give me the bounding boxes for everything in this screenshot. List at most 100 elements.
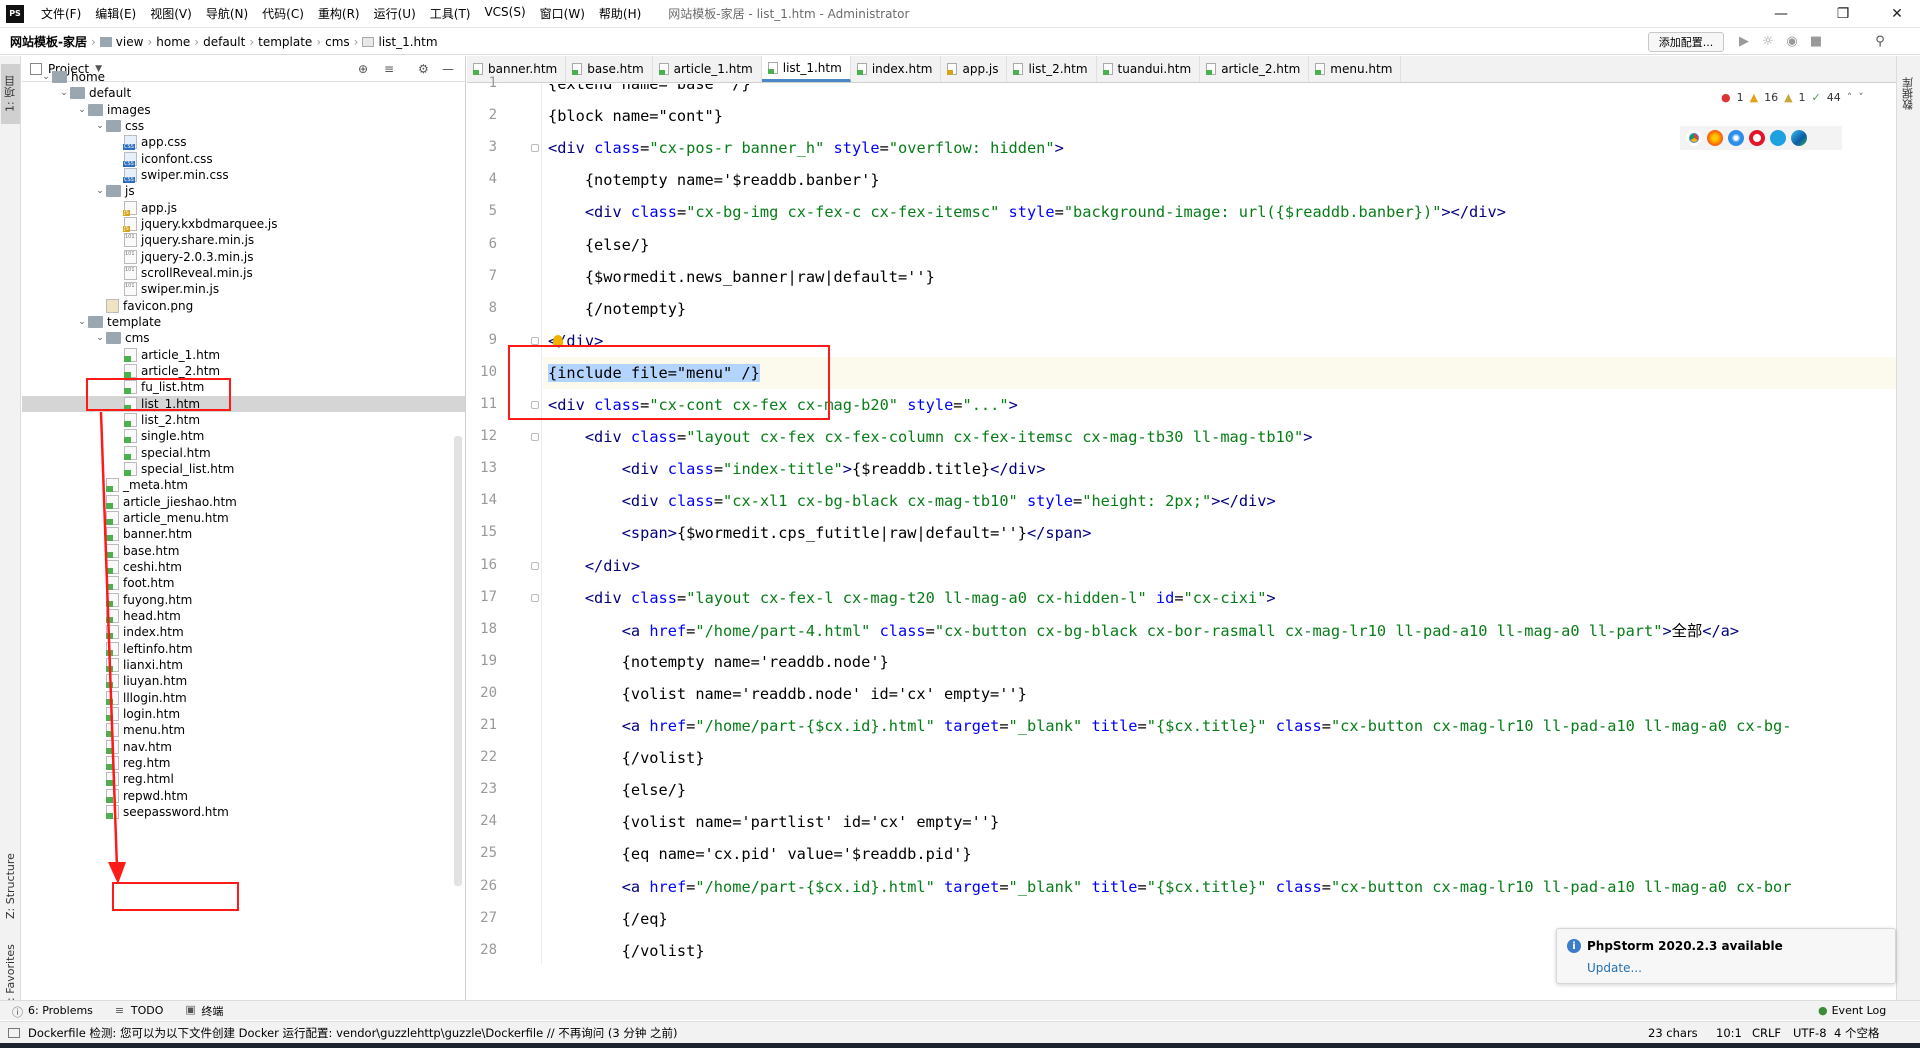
tree-file[interactable]: article_menu.htm [22, 510, 465, 526]
opera-icon[interactable] [1749, 130, 1765, 146]
tree-folder[interactable]: ⌄ template [22, 314, 465, 330]
code-line[interactable]: <a href="/home/part-{$cx.id}.html" targe… [543, 871, 1896, 903]
code-line[interactable]: <a href="/home/part-4.html" class="cx-bu… [543, 614, 1896, 646]
tree-file[interactable]: foot.htm [22, 575, 465, 591]
tree-file[interactable]: app.css [22, 134, 465, 151]
tree-file[interactable]: lianxi.htm [22, 657, 465, 673]
chevron-down-icon[interactable]: ⌄ [94, 121, 106, 131]
code-line[interactable]: {$wormedit.news_banner|raw|default=''} [543, 261, 1896, 293]
menu-item[interactable]: 重构(R) [311, 5, 367, 22]
tree-file[interactable]: swiper.min.css [22, 167, 465, 184]
code-line[interactable]: {else/} [543, 229, 1896, 261]
tree-file[interactable]: nav.htm [22, 739, 465, 755]
file-encoding[interactable]: UTF-8 [1793, 1026, 1827, 1040]
menu-item[interactable]: 导航(N) [199, 5, 255, 22]
menu-item[interactable]: 视图(V) [143, 5, 199, 22]
debug-icon[interactable]: ☼ [1760, 33, 1776, 49]
chevron-down-icon[interactable]: ⌄ [94, 186, 106, 196]
tree-file[interactable]: repwd.htm [22, 788, 465, 804]
indent-setting[interactable]: 4 个空格 [1834, 1025, 1879, 1041]
tree-file[interactable]: head.htm [22, 608, 465, 624]
code-line[interactable]: <a href="/home/part-{$cx.id}.html" targe… [543, 710, 1896, 742]
tree-file[interactable]: favicon.png [22, 298, 465, 314]
tree-file[interactable]: swiper.min.js [22, 281, 465, 297]
tree-folder[interactable]: ⌄ js [22, 183, 465, 199]
chrome-icon[interactable] [1686, 130, 1702, 146]
tree-file[interactable]: single.htm [22, 428, 465, 444]
tree-folder[interactable]: ⌄ images [22, 102, 465, 118]
fold-icon[interactable] [531, 144, 539, 153]
todo-tab[interactable]: ≡ TODO [103, 1004, 174, 1017]
tree-file[interactable]: scrollReveal.min.js [22, 265, 465, 281]
editor-tab[interactable]: index.htm [851, 56, 942, 82]
add-configuration-button[interactable]: 添加配置... [1648, 32, 1724, 52]
tree-file[interactable]: leftinfo.htm [22, 641, 465, 657]
minimize-button[interactable]: — [1758, 0, 1804, 28]
fold-icon[interactable] [531, 433, 539, 442]
menu-item[interactable]: 运行(U) [367, 5, 423, 22]
menu-item[interactable]: VCS(S) [477, 5, 532, 22]
tree-file[interactable]: article_2.htm [22, 363, 465, 379]
tree-file[interactable]: _meta.htm [22, 477, 465, 493]
code-line[interactable]: {eq name='cx.pid' value='$readdb.pid'} [543, 838, 1896, 870]
run-icon[interactable]: ▶ [1736, 33, 1752, 49]
breadcrumb-item[interactable]: template [254, 35, 316, 49]
inspection-widget[interactable]: ● 1 ▲ 16 ▲ 1 ✓ 44 ˄ ˅ [1721, 88, 1871, 106]
tree-file[interactable]: special.htm [22, 445, 465, 461]
restore-button[interactable]: ❐ [1820, 0, 1866, 28]
menu-item[interactable]: 代码(C) [255, 5, 311, 22]
firefox-icon[interactable] [1707, 130, 1723, 146]
code-editor[interactable]: {extend name="base" /} {block name="cont"… [543, 84, 1896, 964]
tree-file[interactable]: base.htm [22, 543, 465, 559]
chevron-down-icon[interactable]: ⌄ [76, 105, 88, 115]
structure-tool-tab[interactable]: Z: Structure [1, 846, 20, 926]
tree-file[interactable]: ceshi.htm [22, 559, 465, 575]
breadcrumb-item[interactable]: 网站模板-家居 [6, 33, 91, 50]
caret-position[interactable]: 10:1 [1716, 1026, 1742, 1040]
update-link[interactable]: Update... [1587, 961, 1642, 975]
code-line[interactable]: <div class="cx-bg-img cx-fex-c cx-fex-it… [543, 196, 1896, 228]
project-tool-tab[interactable]: 1: 项目 [1, 64, 20, 124]
code-line[interactable]: {extend name="base" /} [543, 84, 1896, 100]
line-separator[interactable]: CRLF [1752, 1026, 1781, 1040]
chevron-down-icon[interactable]: ⌄ [76, 317, 88, 327]
editor-tab[interactable]: article_2.htm [1200, 56, 1310, 82]
tree-folder[interactable]: ⌄ default [22, 85, 465, 101]
fold-icon[interactable] [531, 561, 539, 570]
fold-icon[interactable] [531, 593, 539, 602]
chevron-down-icon[interactable]: ⌄ [40, 72, 52, 82]
tree-file[interactable]: iconfont.css [22, 151, 465, 167]
chevron-down-icon[interactable]: ˅ [1858, 91, 1864, 104]
event-log-button[interactable]: ● Event Log [1818, 1004, 1886, 1017]
code-line[interactable]: {/notempty} [543, 293, 1896, 325]
tree-file[interactable]: banner.htm [22, 526, 465, 542]
menu-item[interactable]: 编辑(E) [88, 5, 143, 22]
chevron-up-icon[interactable]: ˄ [1847, 91, 1853, 104]
code-line[interactable]: <div class="cx-xl1 cx-bg-black cx-mag-tb… [543, 485, 1896, 517]
fold-icon[interactable] [531, 336, 539, 345]
status-message[interactable]: Dockerfile 检测: 您可以为以下文件创建 Docker 运行配置: v… [28, 1025, 678, 1041]
tree-file[interactable]: login.htm [22, 706, 465, 722]
tree-folder[interactable]: ⌄ cms [22, 330, 465, 346]
code-line[interactable]: {/volist} [543, 742, 1896, 774]
menu-item[interactable]: 帮助(H) [592, 5, 648, 22]
chevron-down-icon[interactable]: ⌄ [94, 333, 106, 343]
code-line[interactable]: {volist name='partlist' id='cx' empty=''… [543, 806, 1896, 838]
tree-folder[interactable]: ⌄ css [22, 118, 465, 134]
breadcrumb-item[interactable]: default [199, 35, 249, 49]
project-scrollbar[interactable] [454, 436, 462, 886]
breadcrumb-item[interactable]: view [112, 35, 148, 49]
code-line[interactable]: </div> [543, 550, 1896, 582]
search-everywhere-icon[interactable]: ⚲ [1872, 33, 1888, 49]
tree-file[interactable]: reg.htm [22, 755, 465, 771]
editor-tab[interactable]: list_2.htm [1007, 56, 1097, 82]
tree-file[interactable]: jquery.kxbdmarquee.js [22, 216, 465, 233]
tree-file[interactable]: article_jieshao.htm [22, 494, 465, 510]
chevron-down-icon[interactable]: ⌄ [58, 88, 70, 98]
code-line[interactable]: {volist name='readdb.node' id='cx' empty… [543, 678, 1896, 710]
menu-item[interactable]: 窗口(W) [533, 5, 592, 22]
problems-tab[interactable]: ⓘ 6: Problems [0, 1004, 103, 1019]
code-line[interactable]: <div class="layout cx-fex-l cx-mag-t20 l… [543, 582, 1896, 614]
code-line[interactable]: <div class="index-title">{$readdb.title}… [543, 453, 1896, 485]
code-line[interactable]: <div class="layout cx-fex cx-fex-column … [543, 421, 1896, 453]
